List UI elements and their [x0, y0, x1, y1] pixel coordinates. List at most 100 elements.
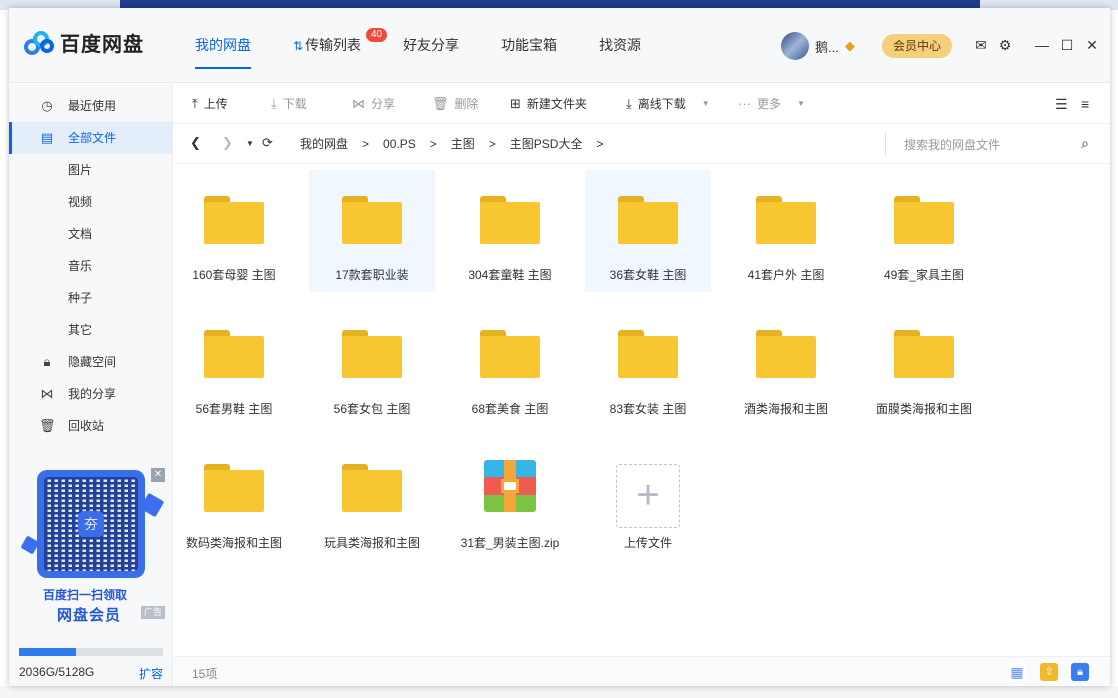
expand-storage-link[interactable]: 扩容 — [139, 665, 163, 682]
folder-item[interactable]: 41套户外 主图 — [723, 170, 849, 292]
tab-transfer-list[interactable]: ⇅ 传输列表 40 — [283, 8, 388, 83]
zip-file-item[interactable]: 31套_男装主图.zip — [447, 438, 573, 560]
plus-icon[interactable]: + — [616, 464, 680, 528]
chevron-down-icon: ▼ — [797, 99, 805, 108]
lock-icon[interactable]: 🔒︎ — [1071, 663, 1089, 681]
folder-icon — [480, 196, 540, 244]
share-icon: ⋈ — [352, 96, 365, 111]
back-icon[interactable]: ❮ — [190, 135, 201, 151]
file-name: 41套户外 主图 — [747, 268, 825, 282]
folder-item[interactable]: 83套女装 主图 — [585, 304, 711, 426]
folder-icon — [618, 330, 678, 378]
search-icon[interactable]: ⌕ — [1081, 135, 1089, 152]
tab-my-disk[interactable]: 我的网盘 — [185, 8, 261, 83]
storage-quota: 2036G/5128G 扩容 — [19, 648, 163, 682]
breadcrumb-item[interactable]: 主图 — [451, 124, 475, 164]
ad-tag: 广告 — [141, 606, 165, 619]
member-ad[interactable]: ✕ 百度扫一扫领取 网盘会员 广告 — [20, 468, 165, 628]
more-button[interactable]: ··· 更多 ▼ — [738, 84, 805, 124]
folder-item[interactable]: 玩具类海报和主图 — [309, 438, 435, 560]
path-bar: ❮ ❯ ▼ ⟳ 我的网盘 > 00.PS > 主图 > 主图PSD大全 > 搜索我的网盘… — [174, 124, 1110, 164]
status-bar: 15项 ▦ ⇧ 🔒︎ — [174, 656, 1110, 686]
folder-icon — [894, 196, 954, 244]
settings-icon[interactable]: ⚙ — [997, 37, 1013, 53]
new-folder-button[interactable]: ⊞ 新建文件夹 — [510, 84, 587, 124]
breadcrumb-item[interactable]: 我的网盘 — [300, 124, 348, 164]
folder-item[interactable]: 17款套职业装 — [309, 170, 435, 292]
delete-button[interactable]: 🗑︎ 删除 — [432, 84, 479, 124]
file-icon: ▤ — [40, 130, 54, 145]
upload-file-label: 上传文件 — [623, 536, 672, 550]
app-window: 百度网盘 我的网盘 ⇅ 传输列表 40 好友分享 功能宝箱 找资源 鹅... ◆ 会… — [9, 8, 1110, 686]
folder-item[interactable]: 数码类海报和主图 — [171, 438, 297, 560]
folder-icon — [618, 196, 678, 244]
folder-icon — [342, 330, 402, 378]
breadcrumb-item[interactable]: 主图PSD大全 — [510, 124, 583, 164]
upload-folder-icon[interactable]: ⇧ — [1040, 663, 1058, 681]
download-button[interactable]: ⤓ 下载 — [271, 84, 307, 124]
grid-view-icon[interactable]: ▦ — [1008, 663, 1026, 681]
folder-item[interactable]: 36套女鞋 主图 — [585, 170, 711, 292]
history-dropdown-icon[interactable]: ▼ — [246, 139, 254, 148]
search-input[interactable]: 搜索我的网盘文件 ⌕ — [885, 132, 1099, 156]
upload-button[interactable]: ⤒ 上传 — [192, 84, 228, 124]
refresh-icon[interactable]: ⟳ — [262, 135, 273, 151]
tab-toolbox[interactable]: 功能宝箱 — [491, 8, 567, 83]
close-icon[interactable]: ✕ — [1084, 37, 1100, 53]
sidebar-item-music[interactable]: 音乐 — [9, 250, 172, 282]
folder-item[interactable]: 56套女包 主图 — [309, 304, 435, 426]
vip-diamond-icon: ◆ — [844, 38, 855, 53]
sort-icon[interactable]: ☰ — [1055, 96, 1068, 113]
clock-icon: ◷ — [41, 98, 53, 113]
file-name: 160套母婴 主图 — [192, 268, 276, 282]
member-center-button[interactable]: 会员中心 — [882, 34, 952, 58]
tab-friend-share-label: 好友分享 — [403, 37, 460, 53]
breadcrumb: 我的网盘 > 00.PS > 主图 > 主图PSD大全 > — [300, 124, 603, 164]
user-area[interactable]: 鹅... ◆ — [781, 32, 861, 60]
minimize-icon[interactable]: — — [1034, 37, 1050, 53]
folder-item[interactable]: 68套美食 主图 — [447, 304, 573, 426]
folder-item[interactable]: 49套_家具主图 — [861, 170, 987, 292]
forward-icon[interactable]: ❯ — [222, 135, 233, 151]
sidebar-item-recent[interactable]: ◷ 最近使用 — [9, 90, 172, 122]
avatar[interactable] — [781, 32, 809, 60]
transfer-icon: ⇅ — [293, 39, 304, 53]
breadcrumb-separator: > — [362, 137, 370, 151]
mail-icon[interactable]: ✉ — [973, 37, 989, 53]
ad-close-icon[interactable]: ✕ — [151, 468, 165, 482]
sidebar-item-videos[interactable]: 视频 — [9, 186, 172, 218]
sidebar-item-label: 最近使用 — [68, 99, 117, 113]
main-nav: 我的网盘 ⇅ 传输列表 40 好友分享 功能宝箱 找资源 — [185, 8, 673, 83]
sidebar-item-all-files[interactable]: ▤ 全部文件 — [9, 122, 172, 154]
folder-item[interactable]: 56套男鞋 主图 — [171, 304, 297, 426]
folder-item[interactable]: 160套母婴 主图 — [171, 170, 297, 292]
tab-find-resources[interactable]: 找资源 — [589, 8, 651, 83]
sidebar-item-hidden-space[interactable]: 🔒︎ 隐藏空间 — [9, 346, 172, 378]
new-folder-label: 新建文件夹 — [526, 97, 587, 111]
username[interactable]: 鹅... — [815, 37, 839, 56]
toolbar: ⤒ 上传 ⤓ 下载 ⋈ 分享 🗑︎ 删除 ⊞ 新建文件夹 ⤓ 离线下载 ▼ ··· 更多 ▼ ☰ … — [174, 84, 1110, 124]
sidebar-item-documents[interactable]: 文档 — [9, 218, 172, 250]
sidebar-item-torrents[interactable]: 种子 — [9, 282, 172, 314]
offline-download-button[interactable]: ⤓ 离线下载 ▼ — [626, 84, 710, 124]
list-view-icon[interactable]: ≡ — [1081, 96, 1089, 112]
tab-friend-share[interactable]: 好友分享 — [393, 8, 469, 83]
maximize-icon[interactable]: ☐ — [1059, 37, 1075, 53]
more-icon: ··· — [738, 96, 751, 111]
folder-item[interactable]: 酒类海报和主图 — [723, 304, 849, 426]
quota-text: 2036G/5128G — [19, 665, 95, 679]
offline-download-label: 离线下载 — [637, 97, 686, 111]
sidebar-item-recycle-bin[interactable]: 🗑︎ 回收站 — [9, 410, 172, 442]
sidebar-item-my-share[interactable]: ⋈ 我的分享 — [9, 378, 172, 410]
share-button[interactable]: ⋈ 分享 — [352, 84, 395, 124]
app-name: 百度网盘 — [60, 34, 144, 56]
search-placeholder: 搜索我的网盘文件 — [904, 138, 1001, 152]
sidebar-item-images[interactable]: 图片 — [9, 154, 172, 186]
sidebar-item-others[interactable]: 其它 — [9, 314, 172, 346]
upload-file-tile[interactable]: + 上传文件 — [585, 438, 711, 560]
upload-label: 上传 — [203, 97, 228, 111]
folder-item[interactable]: 面膜类海报和主图 — [861, 304, 987, 426]
breadcrumb-item[interactable]: 00.PS — [383, 124, 416, 164]
folder-item[interactable]: 304套童鞋 主图 — [447, 170, 573, 292]
more-label: 更多 — [757, 97, 782, 111]
